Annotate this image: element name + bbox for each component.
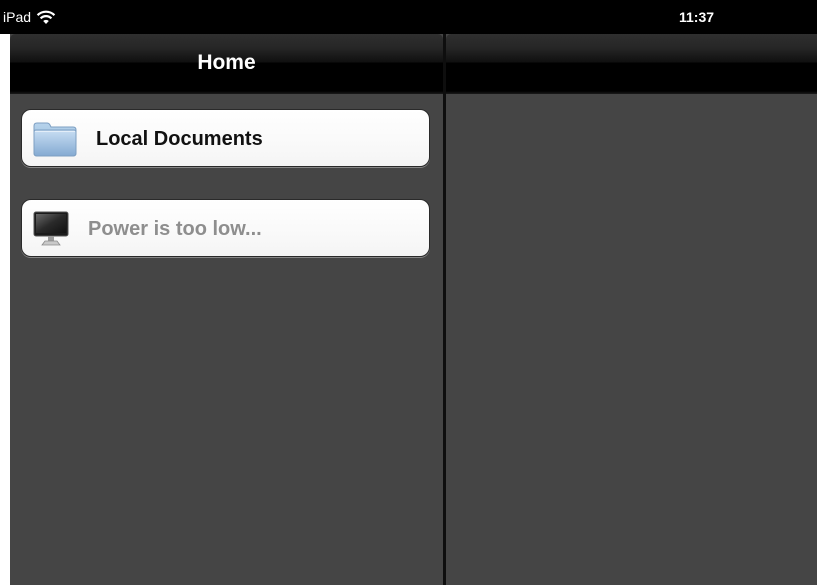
- status-time: 11:37: [679, 9, 715, 25]
- power-status-label: Power is too low...: [88, 218, 262, 240]
- wifi-icon: [36, 9, 56, 25]
- local-documents-cell[interactable]: Local Documents: [21, 109, 430, 167]
- ipad-screen: iPad 11:37 Home Local Documents Power is…: [0, 0, 817, 585]
- master-navigation-bar: Home: [10, 34, 443, 94]
- status-left: iPad: [3, 7, 56, 27]
- master-pane: Home Local Documents Power is too low...: [10, 34, 443, 585]
- folder-icon: [32, 120, 78, 158]
- power-status-cell[interactable]: Power is too low...: [21, 199, 430, 257]
- local-documents-label: Local Documents: [96, 128, 263, 150]
- detail-pane: [446, 34, 817, 585]
- page-title: Home: [197, 51, 256, 74]
- detail-navigation-bar: [446, 34, 817, 94]
- status-bar: iPad 11:37: [0, 0, 817, 34]
- device-name: iPad: [3, 9, 32, 25]
- monitor-icon: [32, 210, 78, 248]
